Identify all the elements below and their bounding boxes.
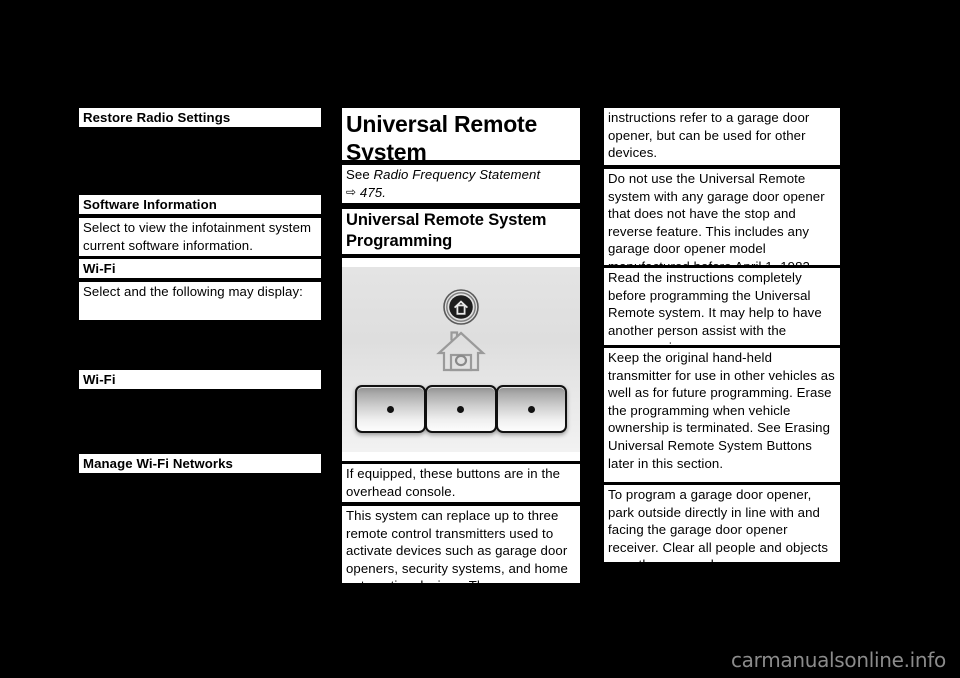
software-information-heading: Software Information xyxy=(79,195,321,214)
keep-transmitter-note: Keep the original hand-held transmitter … xyxy=(604,348,840,482)
page-reference-arrow-icon: ⇨ xyxy=(346,184,357,199)
instructions-continuation: instructions refer to a garage door open… xyxy=(604,108,840,165)
restore-radio-settings-heading: Restore Radio Settings xyxy=(79,108,321,127)
overhead-console-note: If equipped, these buttons are in the ov… xyxy=(342,464,580,502)
warning-stop-and-reverse: Do not use the Universal Remote system w… xyxy=(604,169,840,274)
wifi-heading: Wi-Fi xyxy=(79,259,321,278)
cross-reference-title: Radio Frequency Statement xyxy=(373,167,541,182)
homelink-logo-icon xyxy=(443,289,479,325)
park-outside-note: To program a garage door opener, park ou… xyxy=(604,485,840,572)
site-watermark: carmanualsonline.info xyxy=(730,648,946,672)
manage-wifi-networks-heading: Manage Wi-Fi Networks xyxy=(79,454,321,473)
house-garage-icon xyxy=(436,329,486,373)
read-instructions-note: Read the instructions completely before … xyxy=(604,268,840,355)
subsection-title-universal-remote-system-programming: Universal Remote System Programming xyxy=(342,209,580,254)
button-indicator-dot-icon xyxy=(527,405,535,413)
cross-reference-radio-frequency-statement: See Radio Frequency Statement ⇨ 475. xyxy=(342,165,580,203)
cross-reference-page: 475. xyxy=(359,184,386,200)
section-title-universal-remote-system: Universal Remote System xyxy=(342,108,580,165)
universal-remote-button-row xyxy=(355,385,567,433)
console-panel-image xyxy=(342,267,580,452)
system-description: This system can replace up to three remo… xyxy=(342,506,580,593)
universal-remote-button-2[interactable] xyxy=(425,385,497,433)
universal-remote-button-1[interactable] xyxy=(355,385,427,433)
software-information-body: Select to view the infotainment system c… xyxy=(79,218,321,256)
universal-remote-button-3[interactable] xyxy=(495,385,567,433)
wifi-body: Select and the following may display: xyxy=(79,282,321,320)
button-indicator-dot-icon xyxy=(457,405,465,413)
wifi-subheading: Wi-Fi xyxy=(79,370,321,389)
button-indicator-dot-icon xyxy=(387,405,395,413)
cross-reference-prefix: See xyxy=(346,167,374,182)
manual-page: Restore Radio Settings Software Informat… xyxy=(0,0,960,678)
overhead-console-figure xyxy=(342,258,580,461)
